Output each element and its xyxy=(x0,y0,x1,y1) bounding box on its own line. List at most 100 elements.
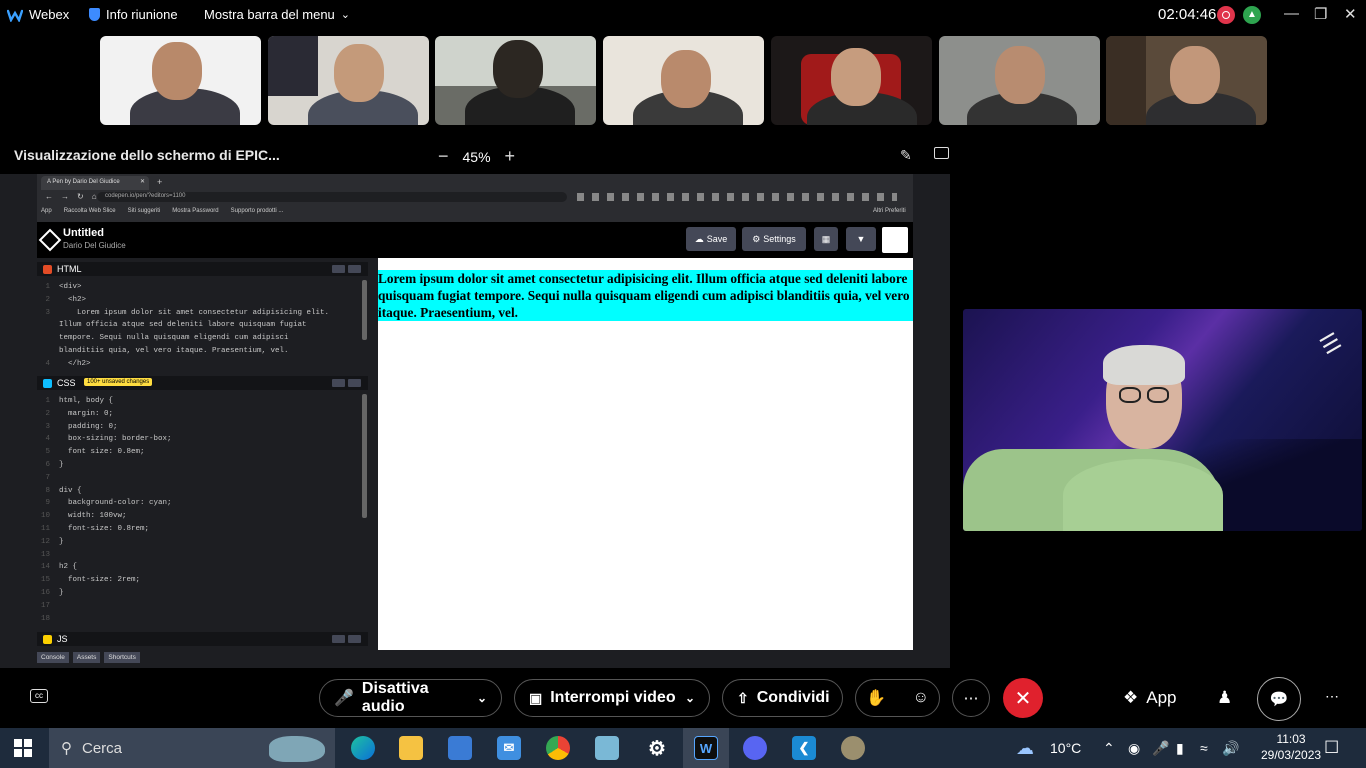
discord-icon[interactable] xyxy=(743,736,767,760)
chat-button[interactable]: 💬 xyxy=(1257,677,1301,721)
edge-icon[interactable] xyxy=(351,736,375,760)
bookmark-item[interactable]: Supporto prodotti ... xyxy=(231,208,284,214)
webex-app-menu[interactable]: Webex xyxy=(7,7,69,22)
battery-icon[interactable]: ▮ xyxy=(1176,740,1184,757)
participant-video-5[interactable] xyxy=(771,36,932,125)
css-editor-scrollbar[interactable] xyxy=(362,394,367,518)
weather-icon[interactable]: ☁ xyxy=(1016,738,1034,759)
leave-meeting-button[interactable]: ✕ xyxy=(1003,678,1043,718)
code-text: html, body { xyxy=(59,397,114,405)
user-avatar[interactable] xyxy=(882,227,908,253)
mute-audio-button[interactable]: 🎤 Disattiva audio ⌄ xyxy=(319,679,502,717)
code-line: 14 h2 { xyxy=(41,561,77,574)
weather-temp[interactable]: 10°C xyxy=(1050,740,1081,756)
bookmark-item[interactable]: Siti suggeriti xyxy=(128,208,161,214)
pen-title[interactable]: Untitled xyxy=(63,227,104,239)
reaction-icon[interactable]: ☺ xyxy=(913,689,929,707)
close-button[interactable]: ✕ xyxy=(1344,5,1357,23)
participant-video-1[interactable] xyxy=(100,36,261,125)
zoom-in-button[interactable]: + xyxy=(505,146,516,167)
html-editor-scrollbar[interactable] xyxy=(362,280,367,340)
html-editor[interactable]: 1 <div> 2 <h2> 3 Lorem ipsum dolor sit a… xyxy=(37,278,368,372)
store-icon[interactable] xyxy=(448,736,472,760)
layout-button[interactable]: ▦ xyxy=(814,227,838,251)
new-tab-icon[interactable]: + xyxy=(157,177,162,187)
bookmark-item[interactable]: Mostra Password xyxy=(172,208,218,214)
unsaved-changes-badge[interactable]: 100+ unsaved changes xyxy=(84,378,153,386)
code-line: tempore. Sequi nulla quisquam eligendi c… xyxy=(41,332,289,345)
other-bookmarks[interactable]: Altri Preferiti xyxy=(873,208,906,214)
html-settings-icon[interactable] xyxy=(332,265,345,273)
css-editor[interactable]: 1 html, body { 2 margin: 0; 3 padding: 0… xyxy=(37,392,368,626)
file-explorer-icon[interactable] xyxy=(399,736,423,760)
apps-button[interactable]: ❖ App xyxy=(1123,688,1177,708)
webex-taskbar-icon[interactable]: W xyxy=(694,736,718,760)
vscode-icon[interactable]: ❮ xyxy=(792,736,816,760)
tab-close-icon[interactable]: ✕ xyxy=(140,178,145,185)
js-collapse-icon[interactable] xyxy=(348,635,361,643)
volume-icon[interactable]: 🔊 xyxy=(1222,740,1239,757)
browser-tab[interactable]: A Pen by Dario Del Giudice ✕ xyxy=(41,176,149,190)
show-menu-bar-button[interactable]: Mostra barra del menu ⌄ xyxy=(204,7,350,22)
chrome-icon[interactable] xyxy=(546,736,570,760)
line-number: 1 xyxy=(41,283,60,291)
line-number: 10 xyxy=(41,512,60,521)
cloud-icon: ☁ xyxy=(694,233,704,244)
pin-button[interactable]: ▼ xyxy=(846,227,876,251)
paint-icon[interactable] xyxy=(841,736,865,760)
participant-video-2[interactable] xyxy=(268,36,429,125)
extensions-toolbar-icons[interactable] xyxy=(577,193,897,201)
html-collapse-icon[interactable] xyxy=(348,265,361,273)
participants-icon[interactable]: ♟ xyxy=(1217,688,1232,708)
bookmark-item[interactable]: Raccolta Web Slice xyxy=(64,208,116,214)
code-line: blanditiis quia, vel vero itaque. Praese… xyxy=(41,345,289,358)
clock-time: 11:03 xyxy=(1276,732,1306,746)
settings-button[interactable]: ⚙ Settings xyxy=(742,227,806,251)
code-line: 11 font-size: 0.8rem; xyxy=(41,523,149,536)
more-options-button[interactable]: ⋯ xyxy=(952,679,990,717)
popout-share-icon[interactable] xyxy=(934,147,949,159)
overflow-menu-icon[interactable]: ⋯ xyxy=(1325,688,1339,705)
bookmark-item[interactable]: App xyxy=(41,208,52,214)
title-bar: Webex Info riunione Mostra barra del men… xyxy=(0,0,1366,30)
url-bar[interactable]: codepen.io/pen/?editors=1100 xyxy=(97,192,567,202)
stats-chart-icon[interactable]: ▲ xyxy=(1243,6,1261,24)
captions-icon[interactable]: cc xyxy=(30,689,48,703)
notes-app-icon[interactable] xyxy=(595,736,619,760)
participant-video-7[interactable] xyxy=(1106,36,1267,125)
nav-arrows-icon[interactable]: ←→↻⌂ xyxy=(45,192,105,201)
mail-icon[interactable]: ✉ xyxy=(497,736,521,760)
participant-video-4[interactable] xyxy=(603,36,764,125)
css-collapse-icon[interactable] xyxy=(348,379,361,387)
stop-video-button[interactable]: ▣ Interrompi video ⌄ xyxy=(514,679,710,717)
taskbar-search[interactable]: ⚲ Cerca xyxy=(49,728,335,768)
codepen-logo-icon[interactable] xyxy=(38,228,62,252)
webcam-icon[interactable]: ◉ xyxy=(1128,740,1140,757)
assets-tab[interactable]: Assets xyxy=(72,652,101,663)
tray-chevron-up-icon[interactable]: ⌃ xyxy=(1103,740,1115,757)
raise-hand-icon[interactable]: ✋ xyxy=(866,688,886,708)
css-settings-icon[interactable] xyxy=(332,379,345,387)
settings-gear-icon[interactable]: ⚙ xyxy=(645,736,669,760)
recording-icon[interactable] xyxy=(1217,6,1235,24)
mic-tray-icon[interactable]: 🎤 xyxy=(1152,740,1169,757)
shortcuts-tab[interactable]: Shortcuts xyxy=(104,652,140,663)
save-button[interactable]: ☁ Save xyxy=(686,227,736,251)
participant-video-6[interactable] xyxy=(939,36,1100,125)
code-line: 9 background-color: cyan; xyxy=(41,497,172,510)
windows-start-icon[interactable] xyxy=(14,739,32,757)
minimize-button[interactable]: — xyxy=(1284,5,1299,22)
maximize-button[interactable]: ❐ xyxy=(1314,5,1327,23)
zoom-out-button[interactable]: − xyxy=(438,146,449,167)
console-tab[interactable]: Console xyxy=(37,652,69,663)
active-speaker-video[interactable]: ☰ xyxy=(963,309,1362,531)
wifi-icon[interactable]: ≈ xyxy=(1200,740,1208,756)
line-number: 3 xyxy=(41,308,60,317)
meeting-info-button[interactable]: Info riunione xyxy=(89,7,178,22)
taskbar-clock[interactable]: 11:03 29/03/2023 xyxy=(1261,731,1321,763)
notifications-icon[interactable]: ☐ xyxy=(1324,738,1339,758)
share-button[interactable]: ⇧ Condividi xyxy=(722,679,843,717)
participant-video-3[interactable] xyxy=(435,36,596,125)
js-settings-icon[interactable] xyxy=(332,635,345,643)
annotate-icon[interactable]: ✎ xyxy=(900,147,912,164)
